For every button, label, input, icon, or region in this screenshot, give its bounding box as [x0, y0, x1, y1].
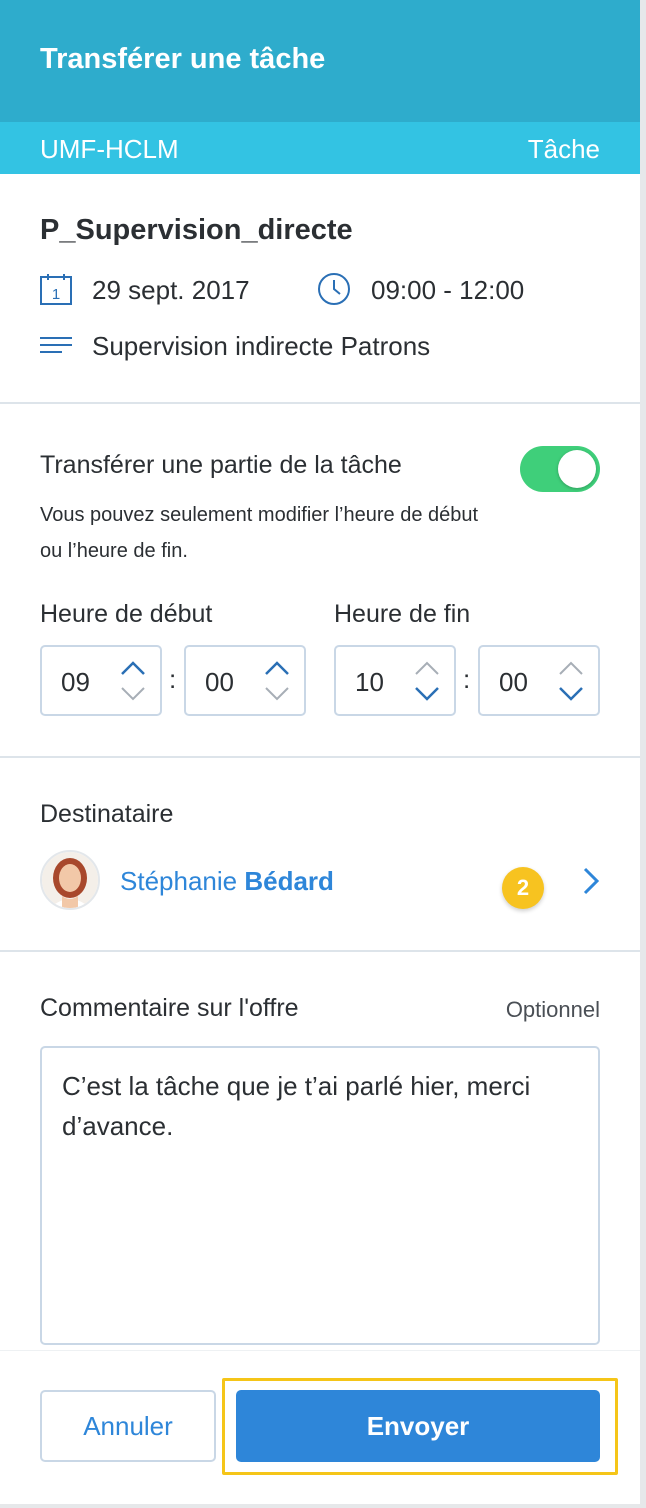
partial-transfer-help: Vous pouvez seulement modifier l’heure d… [40, 504, 479, 562]
chevron-down-icon[interactable] [120, 685, 146, 703]
chevron-down-icon[interactable] [414, 685, 440, 703]
chevron-up-icon[interactable] [558, 659, 584, 677]
task-time: 09:00 - 12:00 [371, 275, 525, 305]
time-separator: : [463, 664, 471, 694]
calendar-icon: 1 [40, 274, 72, 305]
start-time-label: Heure de début [40, 600, 213, 628]
chevron-right-icon[interactable] [582, 866, 600, 896]
divider [0, 756, 640, 758]
comment-label: Commentaire sur l'offre [40, 994, 299, 1022]
end-hour-stepper[interactable]: 10 [334, 645, 456, 716]
end-minute-stepper[interactable]: 00 [478, 645, 600, 716]
task-description: Supervision indirecte Patrons [92, 331, 431, 361]
divider [0, 950, 640, 952]
chevron-down-icon[interactable] [264, 685, 290, 703]
start-minute-stepper[interactable]: 00 [184, 645, 306, 716]
comment-field[interactable]: C’est la tâche que je t’ai parlé hier, m… [40, 1046, 600, 1345]
recipient-first-name: Stéphanie [120, 866, 238, 896]
partial-transfer-toggle[interactable] [520, 446, 600, 492]
avatar-image [42, 852, 98, 908]
chevron-up-icon[interactable] [264, 659, 290, 677]
subheader: UMF-HCLM Tâche [0, 122, 640, 174]
toggle-knob [558, 450, 596, 488]
chevron-up-icon[interactable] [120, 659, 146, 677]
start-minute-value: 00 [205, 667, 234, 697]
description-icon [40, 337, 72, 353]
partial-transfer-label: Transférer une partie de la tâche [40, 451, 402, 479]
end-minute-value: 00 [499, 667, 528, 697]
unit-name: UMF-HCLM [40, 134, 179, 164]
end-hour-value: 10 [355, 667, 384, 697]
calendar-day: 1 [52, 286, 60, 303]
time-separator: : [169, 664, 177, 694]
clock-icon [318, 273, 350, 305]
task-date: 29 sept. 2017 [92, 275, 250, 305]
recipient-name[interactable]: Stéphanie Bédard [120, 866, 334, 897]
header: Transférer une tâche [0, 0, 640, 122]
page-title: Transférer une tâche [40, 43, 326, 75]
avatar [40, 850, 100, 910]
cancel-button[interactable]: Annuler [40, 1390, 216, 1462]
item-type: Tâche [527, 134, 600, 164]
recipient-label: Destinataire [40, 800, 174, 828]
transfer-task-panel: Transférer une tâche UMF-HCLM Tâche P_Su… [0, 0, 640, 1504]
recipient-count-badge: 2 [502, 867, 544, 909]
chevron-up-icon[interactable] [414, 659, 440, 677]
start-hour-stepper[interactable]: 09 [40, 645, 162, 716]
recipient-last-name: Bédard [244, 866, 334, 896]
optional-label: Optionnel [505, 997, 600, 1022]
task-name: P_Supervision_directe [40, 214, 353, 246]
send-button[interactable]: Envoyer [236, 1390, 600, 1462]
start-hour-value: 09 [61, 667, 90, 697]
divider [0, 402, 640, 404]
end-time-label: Heure de fin [334, 600, 471, 628]
chevron-down-icon[interactable] [558, 685, 584, 703]
